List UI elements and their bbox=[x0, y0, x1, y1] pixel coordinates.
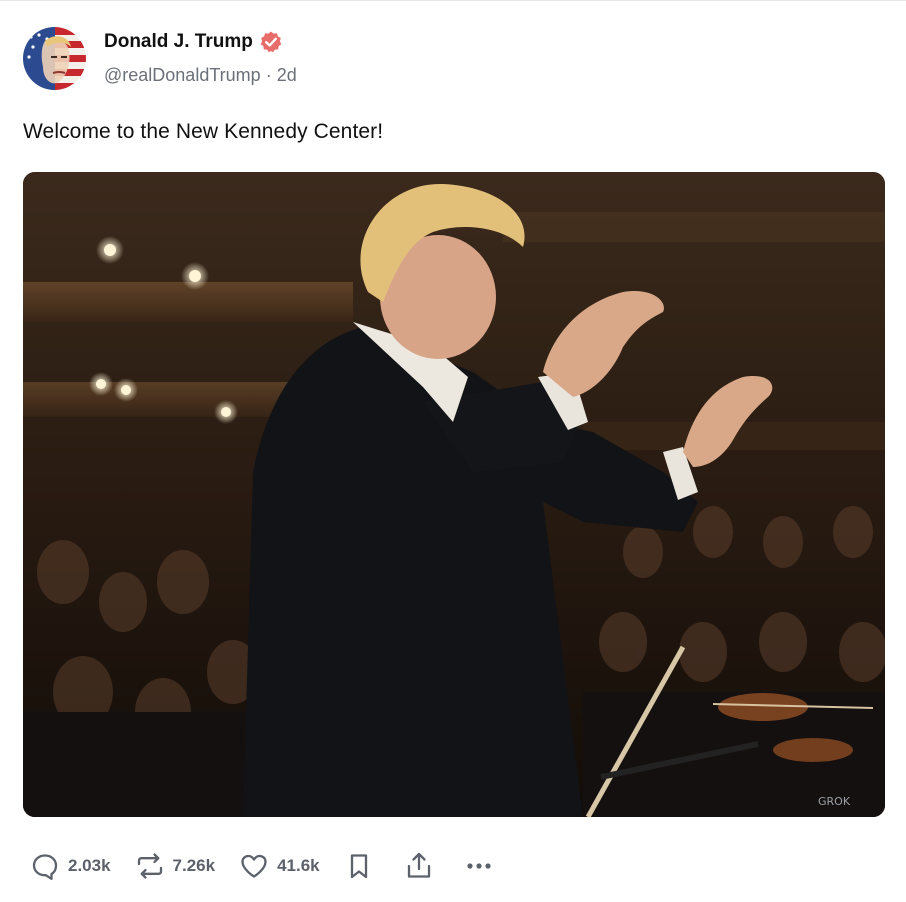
top-divider bbox=[0, 0, 906, 1]
like-button[interactable]: 41.6k bbox=[239, 851, 320, 881]
like-count: 41.6k bbox=[277, 856, 320, 875]
bookmark-icon bbox=[350, 854, 367, 879]
post-timestamp[interactable]: 2d bbox=[277, 65, 297, 85]
reply-count: 2.03k bbox=[68, 856, 111, 875]
more-options-button[interactable] bbox=[464, 851, 494, 881]
author-meta-line: @realDonaldTrump · 2d bbox=[104, 65, 297, 86]
post-media-image[interactable]: GROK bbox=[23, 172, 885, 817]
author-display-name[interactable]: Donald J. Trump bbox=[104, 31, 253, 53]
meta-separator: · bbox=[265, 65, 272, 85]
verified-badge-icon bbox=[259, 30, 283, 54]
author-name-row[interactable]: Donald J. Trump bbox=[104, 30, 283, 54]
reply-icon bbox=[32, 854, 58, 880]
flag-portrait-avatar-icon bbox=[23, 27, 86, 90]
conductor-orchestra-photo-icon: GROK bbox=[23, 172, 885, 817]
post-text: Welcome to the New Kennedy Center! bbox=[23, 120, 384, 143]
share-button[interactable] bbox=[404, 851, 434, 881]
heart-icon bbox=[241, 854, 267, 878]
author-handle[interactable]: @realDonaldTrump bbox=[104, 65, 261, 85]
post-action-bar: 2.03k 7.26k 41.6k bbox=[30, 846, 524, 886]
repost-icon bbox=[137, 853, 162, 879]
author-avatar[interactable] bbox=[23, 27, 86, 90]
grok-watermark: GROK bbox=[818, 795, 851, 808]
share-icon bbox=[407, 852, 430, 878]
bookmark-button[interactable] bbox=[344, 851, 374, 881]
repost-count: 7.26k bbox=[172, 856, 216, 875]
reply-button[interactable]: 2.03k bbox=[30, 851, 111, 881]
more-options-icon bbox=[467, 863, 491, 869]
repost-button[interactable]: 7.26k bbox=[135, 851, 216, 881]
